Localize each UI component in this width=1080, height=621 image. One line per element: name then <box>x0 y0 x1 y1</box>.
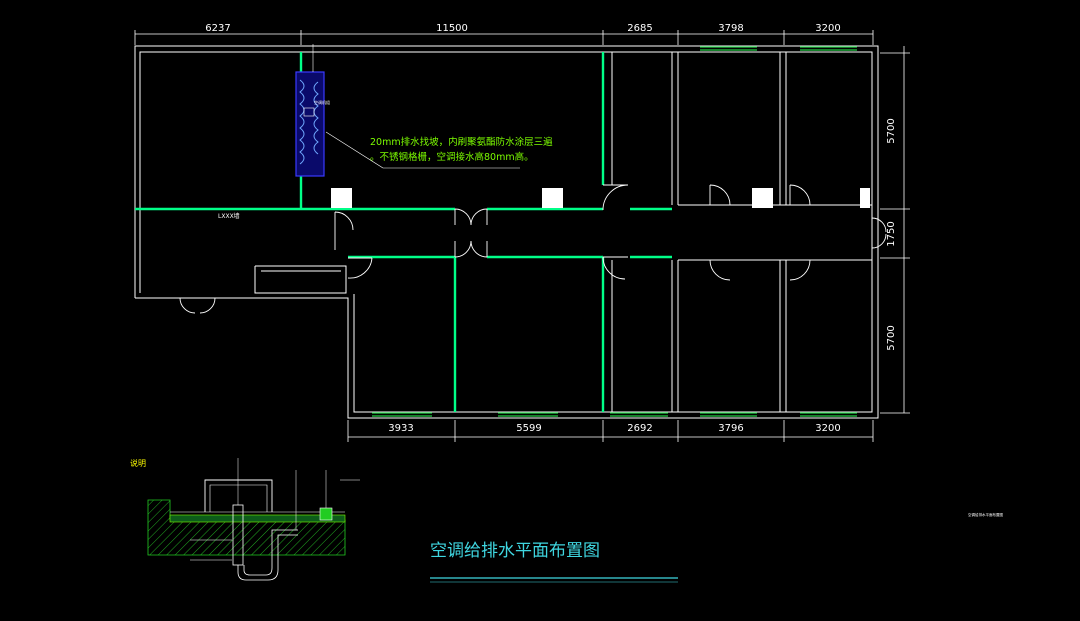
annotation-line-2: 。不锈钢格栅，空调接水高80mm高。 <box>370 151 534 163</box>
top-dim-5: 3200 <box>815 23 840 34</box>
outer-walls <box>134 45 879 419</box>
bottom-dimension-line <box>347 420 874 442</box>
top-dim-3: 2685 <box>627 23 652 34</box>
detail-note-label: 说明 <box>130 458 146 468</box>
drawing-title: 空调给排水平面布置图 <box>430 541 600 561</box>
annotation-line-1: 20mm排水找坡，内刷聚氨酯防水涂层三遍 <box>370 136 553 148</box>
detail-section <box>147 458 360 581</box>
interior-walls <box>611 52 872 412</box>
top-dim-2: 11500 <box>436 23 468 34</box>
bottom-dim-1: 3933 <box>388 423 413 434</box>
bottom-dim-4: 3796 <box>718 423 743 434</box>
corridor-label: LXXX墙 <box>218 212 240 220</box>
top-dim-4: 3798 <box>718 23 743 34</box>
right-dim-2: 1750 <box>886 221 897 246</box>
right-dim-3: 5700 <box>886 325 897 350</box>
bottom-dim-5: 3200 <box>815 423 840 434</box>
floor-plan-drawing: 6237 11500 2685 3798 3200 3933 5599 2692… <box>130 23 1003 583</box>
bottom-dim-2: 5599 <box>516 423 541 434</box>
right-dim-1: 5700 <box>886 118 897 143</box>
top-dimension-line <box>134 30 874 45</box>
small-right-label: 空调给排水平面布置图 <box>968 512 1003 517</box>
equipment-tag: 空调机组 <box>314 99 330 105</box>
windows <box>372 46 857 417</box>
green-partitions <box>135 52 672 412</box>
bottom-dim-3: 2692 <box>627 423 652 434</box>
top-dim-1: 6237 <box>205 23 230 34</box>
